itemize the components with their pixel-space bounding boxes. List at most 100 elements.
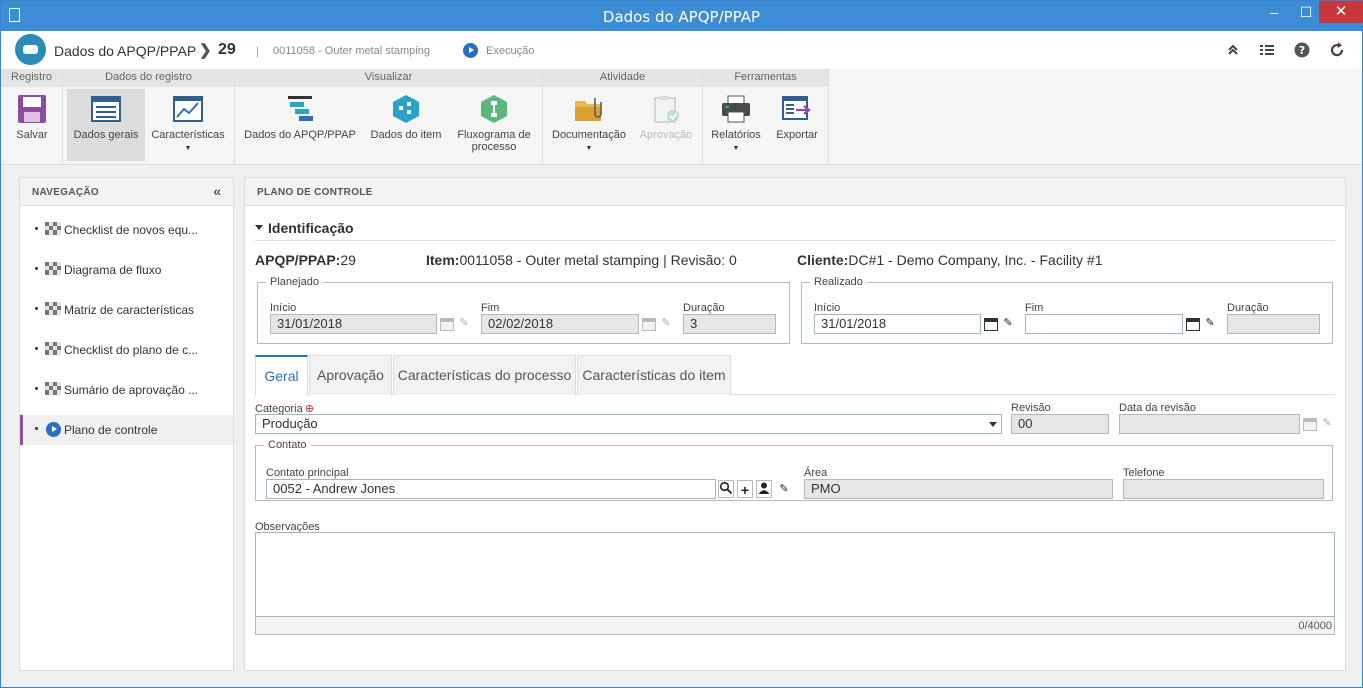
main-title: PLANO DE CONTROLE [257,187,373,198]
search-icon[interactable] [718,480,734,498]
character-counter: 0/4000 [255,617,1335,635]
tab-caracteristicas-processo[interactable]: Características do processo [393,355,576,395]
documentation-label: Documentação [552,129,626,141]
actual-start-field[interactable]: 31/01/2018 [814,314,981,334]
eraser-icon[interactable]: ✎ [1000,314,1016,332]
process-flowchart-label: Fluxograma de processo [451,129,537,153]
export-button[interactable]: Exportar [769,89,825,161]
calendar-icon [1303,418,1317,431]
item-data-button[interactable]: Dados do item [363,89,449,161]
contact-legend: Contato [268,439,307,451]
planned-end-field: 02/02/2018 [481,314,639,334]
characteristics-button[interactable]: Características ▼ [147,89,229,161]
navigation-title: NAVEGAÇÃO [32,187,99,198]
area-label: Área [804,467,828,479]
flowchart-label-line2: processo [471,141,517,153]
main-contact-field[interactable]: 0052 - Andrew Jones [266,479,716,499]
actual-end-field[interactable] [1025,314,1183,334]
planned-end-label: Fim [481,302,500,314]
tab-bar: Geral Aprovação Características do proce… [255,355,1335,396]
record-number: 29 [218,41,236,58]
nav-item-matriz[interactable]: Matriz de características [20,295,233,325]
apqp-data-label: Dados do APQP/PPAP [244,129,356,141]
client-value: DC#1 - Demo Company, Inc. - Facility #1 [848,252,1103,268]
actual-duration-label: Duração [1227,302,1269,314]
eraser-icon: ✎ [1322,417,1332,429]
dropdown-caret-icon: ▼ [184,145,192,152]
gantt-icon [288,96,313,121]
identification-section-toggle[interactable]: Identificação [255,220,354,236]
nav-item-plano-controle[interactable]: Plano de controle [20,415,233,445]
close-button[interactable]: ✕ [1319,1,1363,23]
nav-item-diagrama-fluxo[interactable]: Diagrama de fluxo [20,255,233,285]
flowchart-hexagon-icon [481,95,507,123]
svg-text:?: ? [1299,44,1305,57]
ribbon-group-title: Dados do registro [63,69,234,87]
ribbon-group-title: Visualizar [235,69,542,87]
collapse-up-icon[interactable] [1224,41,1242,59]
bullet [35,267,38,270]
nav-item-sumario-aprovacao[interactable]: Sumário de aprovação ... [20,375,233,405]
reports-button[interactable]: Relatórios ▼ [707,89,765,161]
nav-item-label: Plano de controle [64,423,158,437]
ribbon-toolbar: Registro Salvar Dados do registro Dados … [1,69,1362,165]
ribbon-group-visualizar: Visualizar Dados do APQP/PPAP Dados do i… [235,69,543,164]
record-subtitle: 0011058 - Outer metal stamping [273,45,430,57]
apqp-info: APQP/PPAP:29 [255,252,356,268]
nav-item-label: Checklist de novos equ... [64,223,199,237]
tab-aprovacao[interactable]: Aprovação [309,355,392,395]
help-icon[interactable]: ? [1293,41,1311,59]
ribbon-group-title: Registro [1,69,62,87]
save-label: Salvar [16,129,48,141]
reports-label: Relatórios [711,129,761,141]
revision-field: 00 [1011,414,1109,434]
nav-item-checklist-plano[interactable]: Checklist do plano de c... [20,335,233,365]
window-title: Dados do APQP/PPAP [602,8,761,26]
client-info: Cliente:DC#1 - Demo Company, Inc. - Faci… [797,252,1103,268]
nav-item-checklist-novos[interactable]: Checklist de novos equ... [20,215,233,245]
documentation-button[interactable]: Documentação ▼ [547,89,631,161]
planned-duration-label: Duração [683,302,725,314]
phone-field [1123,479,1324,499]
list-icon[interactable] [1258,41,1276,59]
export-label: Exportar [776,129,818,141]
actual-start-label: Início [814,302,841,314]
category-value: Produção [262,416,318,431]
eraser-icon[interactable]: ✎ [776,480,792,498]
save-button[interactable]: Salvar [7,89,57,161]
approval-label: Aprovação [639,129,693,141]
tab-caracteristicas-item[interactable]: Características do item [577,355,731,395]
item-label: Item: [426,252,460,268]
ribbon-group-title: Atividade [543,69,702,87]
execution-status-icon [463,43,478,58]
user-icon[interactable] [756,480,772,498]
bullet [35,227,38,230]
title-bar: Dados do APQP/PPAP – ☐ ✕ [1,1,1363,31]
calendar-icon[interactable] [984,318,998,331]
refresh-icon[interactable] [1328,41,1346,59]
approval-button[interactable]: Aprovação [635,89,697,161]
checkered-flag-icon [45,302,61,315]
actual-legend: Realizado [814,276,863,288]
collapse-panel-icon[interactable]: « [213,183,221,199]
eraser-icon[interactable]: ✎ [1202,314,1218,332]
category-select[interactable]: Produção [255,414,1002,434]
process-flowchart-button[interactable]: Fluxograma de processo [451,89,537,161]
header-separator: | [256,44,260,58]
notes-textarea[interactable] [255,532,1335,617]
maximize-button[interactable]: ☐ [1291,1,1321,25]
calendar-icon[interactable] [1186,318,1200,331]
general-data-button[interactable]: Dados gerais [67,89,145,161]
planned-duration-field: 3 [683,314,776,334]
ribbon-group-title: Ferramentas [703,69,828,87]
characteristics-label: Características [151,129,225,141]
tab-geral[interactable]: Geral [255,355,308,396]
approval-clipboard-icon [654,96,679,123]
ribbon-group-atividade: Atividade Documentação ▼ Aprovação [543,69,703,164]
add-icon[interactable]: + [737,480,753,498]
apqp-data-button[interactable]: Dados do APQP/PPAP [239,89,361,161]
minimize-button[interactable]: – [1259,1,1289,25]
item-data-label: Dados do item [370,129,442,141]
bullet [35,427,38,430]
apqp-value: 29 [340,252,356,268]
